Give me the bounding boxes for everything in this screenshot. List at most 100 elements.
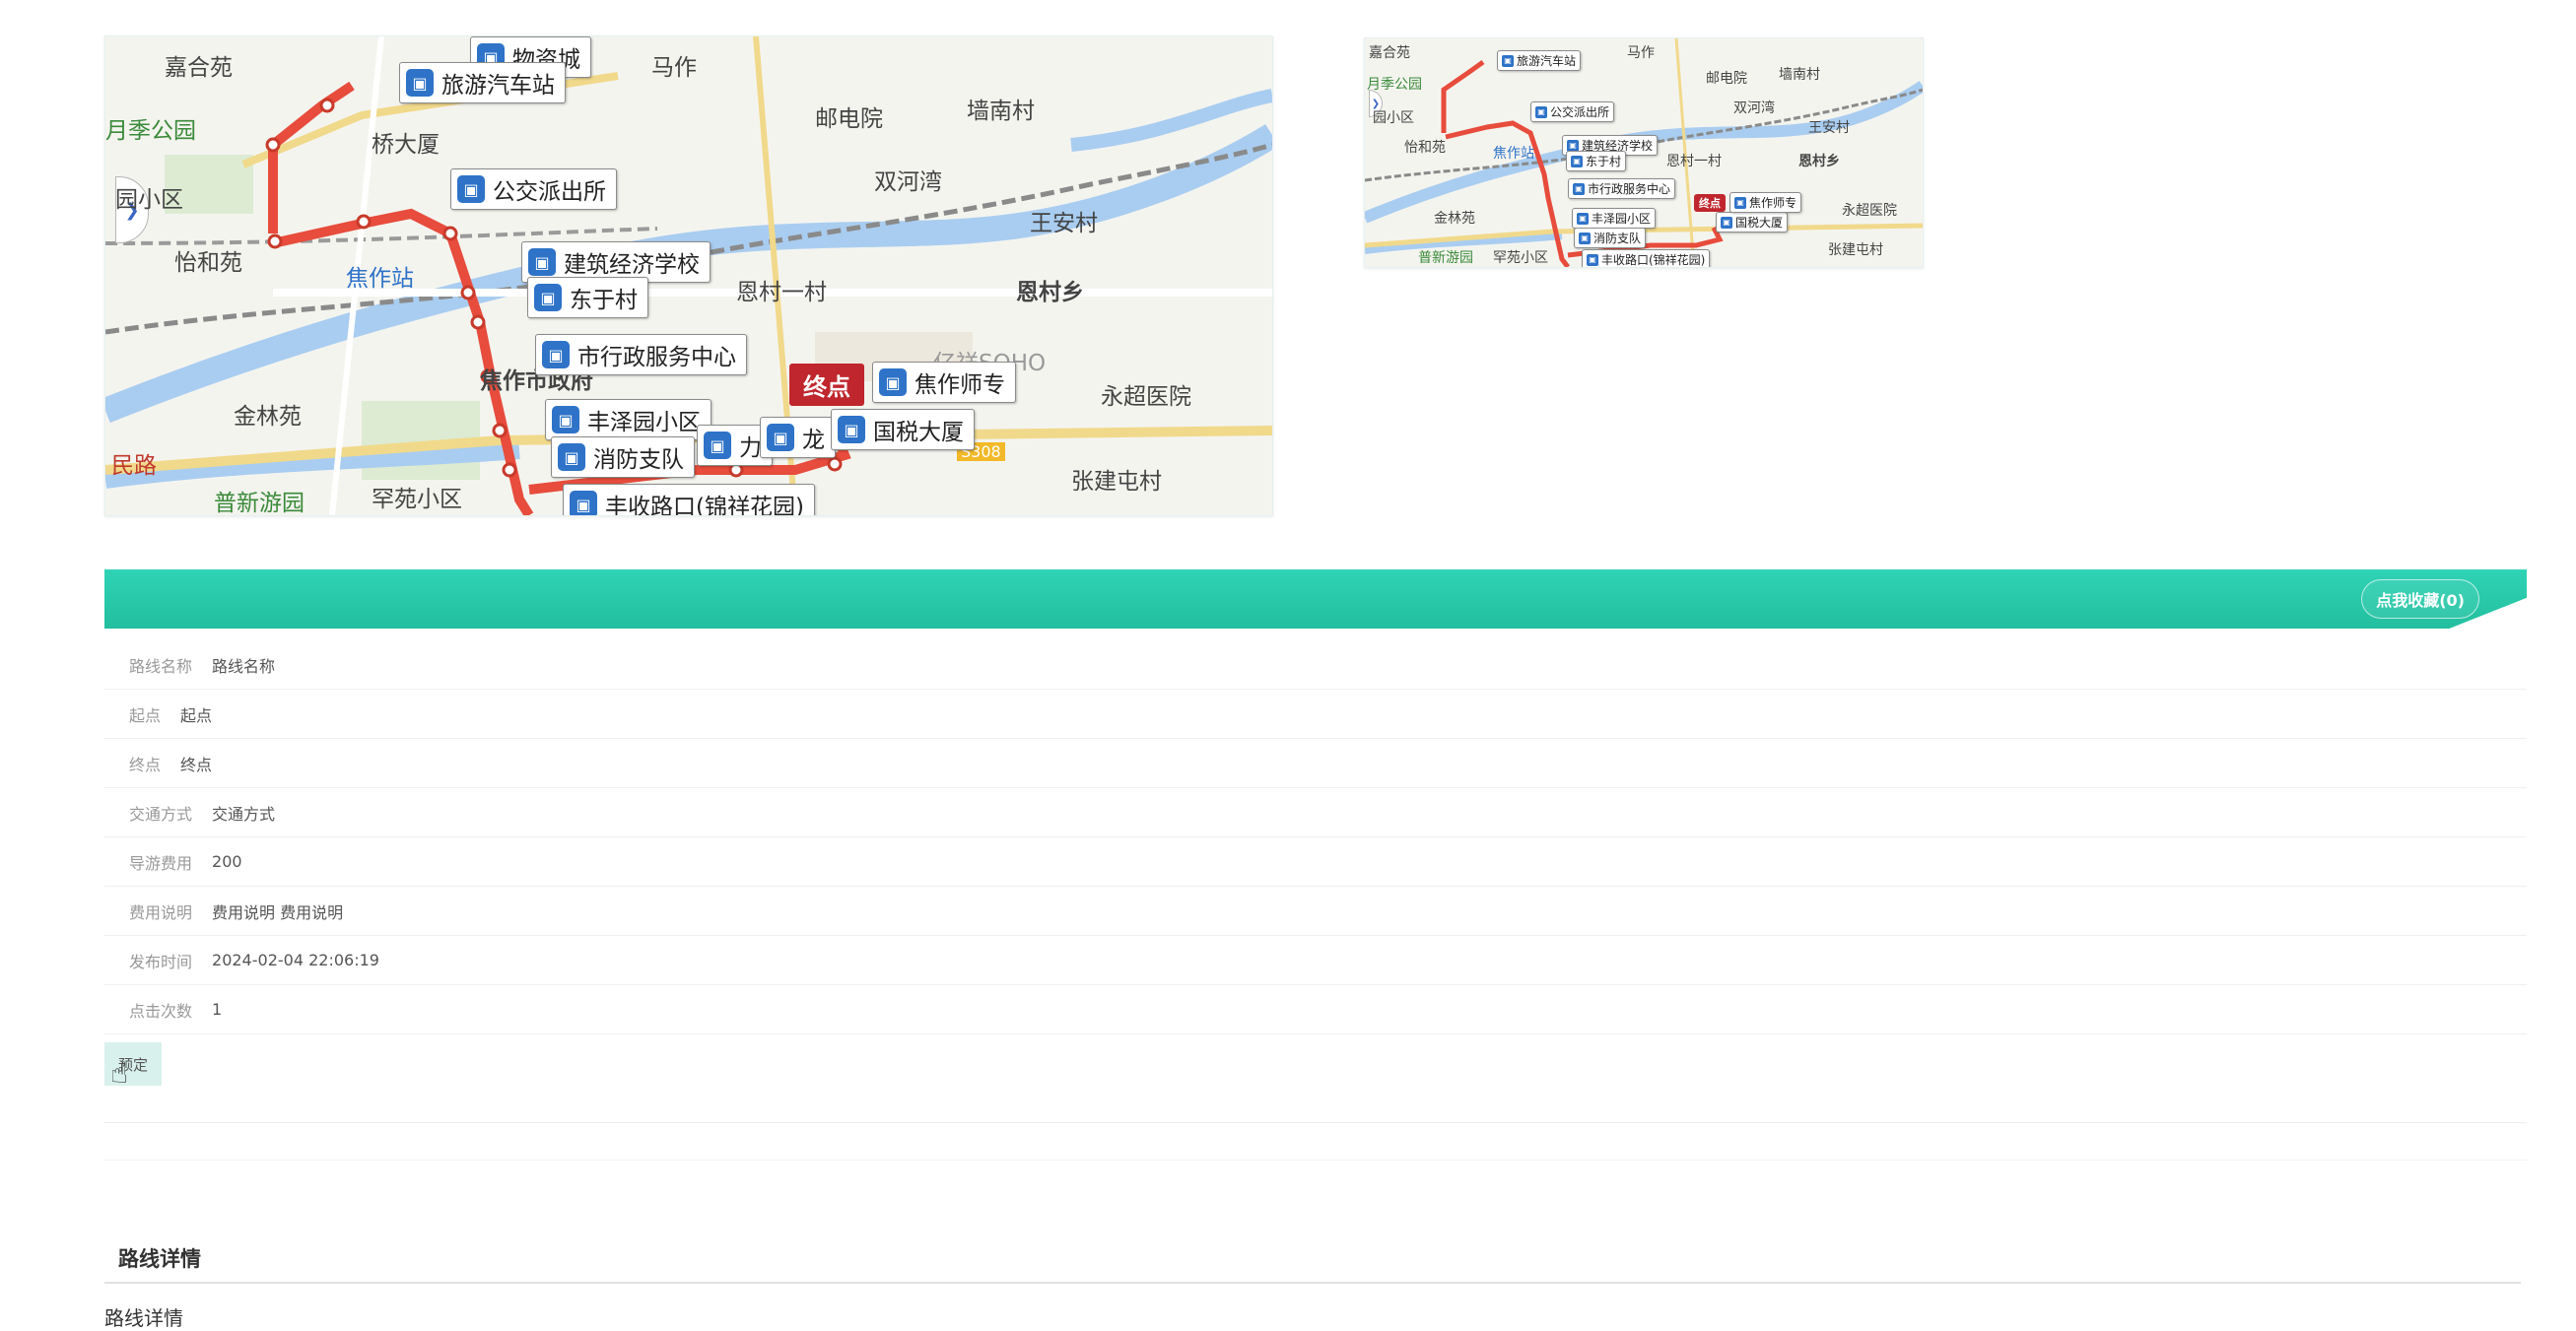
stop-dongyucun[interactable]: ▣ 东于村 [1566, 151, 1627, 171]
info-label: 导游费用 [129, 853, 193, 873]
stop-fengshoulukou[interactable]: ▣ 丰收路口(锦祥花园) [1582, 249, 1711, 267]
bus-icon: ▣ [838, 416, 865, 443]
route-map-thumbnail[interactable]: ❯ 嘉合苑 马作 月季公园 邮电院 墙南村 双河湾 园小区 王安村 怡和苑 焦作… [1364, 37, 1924, 268]
map-label: 恩村乡 [1016, 280, 1084, 305]
map-label: 恩村一村 [1666, 154, 1722, 169]
favorite-button[interactable]: 点我收藏(0) [2361, 579, 2479, 619]
map-label: 金林苑 [1434, 211, 1475, 227]
info-label: 发布时间 [129, 952, 193, 971]
map-label: 永超医院 [1842, 203, 1897, 219]
map-label: 普新游园 [1418, 250, 1473, 266]
map-label: 焦作站 [346, 266, 414, 292]
bus-icon: ▣ [1567, 139, 1579, 152]
info-value: 200 [212, 852, 242, 871]
map-label: 邮电院 [1706, 71, 1747, 87]
map-label: 焦作站 [1493, 146, 1534, 162]
map-label: 怡和苑 [1404, 140, 1446, 156]
bus-icon: ▣ [1587, 253, 1598, 266]
stop-shixingzhengfuwuzhongxin[interactable]: ▣ 市行政服务中心 [535, 334, 747, 375]
map-label: 罕苑小区 [372, 487, 462, 512]
map-label: 恩村一村 [736, 280, 827, 305]
map-label: 双河湾 [1733, 100, 1775, 116]
route-detail-title: 路线详情 [118, 1247, 201, 1271]
info-row-click-count: 点击次数 1 [104, 985, 2527, 1034]
info-label: 终点 [129, 755, 162, 774]
route-detail-underline [104, 1282, 2521, 1284]
bus-icon: ▣ [534, 284, 562, 311]
bus-icon: ▣ [879, 368, 907, 396]
info-label: 路线名称 [129, 656, 193, 676]
stop-fengshoulukou[interactable]: ▣ 丰收路口(锦祥花园) [563, 484, 815, 515]
bus-icon: ▣ [1579, 232, 1591, 244]
bus-icon: ▣ [1721, 216, 1732, 229]
divider [104, 1160, 2527, 1161]
stop-shixingzhengfuwuzhongxin[interactable]: ▣ 市行政服务中心 [1568, 178, 1676, 199]
map-label: 园小区 [115, 187, 183, 213]
end-point-badge: 终点 [1694, 194, 1726, 212]
map-label: 墙南村 [967, 99, 1035, 124]
info-label: 交通方式 [129, 804, 193, 824]
route-header-bar: 点我收藏(0) [104, 569, 2527, 629]
info-value: 路线名称 [212, 656, 276, 676]
stop-jiaozuoshizhuan[interactable]: ▣ 焦作师专 [1729, 192, 1802, 213]
bus-icon: ▣ [570, 491, 597, 515]
map-label: 怡和苑 [174, 250, 242, 276]
info-value: 费用说明 费用说明 [212, 902, 344, 922]
map-label: 王安村 [1030, 211, 1098, 236]
bus-icon: ▣ [558, 443, 585, 471]
map-label: 嘉合苑 [1369, 45, 1410, 61]
end-point-badge: 终点 [789, 364, 864, 406]
info-value: 终点 [180, 755, 213, 774]
stop-jiaozuoshizhuan[interactable]: ▣ 焦作师专 [872, 362, 1016, 403]
stop-long[interactable]: ▣ 龙 [760, 417, 836, 458]
stop-guoshuidasha[interactable]: ▣ 国税大厦 [1716, 212, 1789, 233]
map-label: 民路 [111, 453, 157, 479]
bus-icon: ▣ [1577, 212, 1589, 225]
bus-icon: ▣ [1535, 105, 1547, 118]
bus-icon: ▣ [457, 175, 485, 203]
map-label: 张建屯村 [1828, 242, 1883, 258]
stop-gongjiaopaichusuo[interactable]: ▣ 公交派出所 [1530, 101, 1615, 122]
bus-icon: ▣ [406, 69, 434, 97]
bus-icon: ▣ [1571, 155, 1583, 167]
stop-gongjiaopaichusuo[interactable]: ▣ 公交派出所 [450, 168, 617, 210]
bus-icon: ▣ [1573, 182, 1585, 195]
info-row-guide-fee: 导游费用 200 [104, 837, 2527, 887]
stop-xiaofangzhidui[interactable]: ▣ 消防支队 [551, 436, 695, 478]
info-value: 2024-02-04 22:06:19 [212, 951, 379, 969]
map-label: 双河湾 [874, 169, 942, 195]
map-label: 普新游园 [214, 491, 305, 516]
info-row-fee-note: 费用说明 费用说明 费用说明 [104, 887, 2527, 936]
info-row-end: 终点 终点 [104, 739, 2527, 788]
map-label: 月季公园 [105, 118, 196, 144]
stop-lvyouqichezhan[interactable]: ▣ 旅游汽车站 [1497, 50, 1582, 71]
info-label: 点击次数 [129, 1001, 193, 1021]
bus-icon: ▣ [704, 432, 731, 459]
bus-icon: ▣ [552, 406, 579, 433]
stop-xiaofangzhidui[interactable]: ▣ 消防支队 [1574, 228, 1647, 248]
stop-fengzeyuanxiaoqu[interactable]: ▣ 丰泽园小区 [1572, 208, 1657, 229]
map-label: 马作 [651, 55, 697, 81]
map-label: 墙南村 [1779, 67, 1820, 83]
map-label: 张建屯村 [1071, 469, 1162, 495]
bus-icon: ▣ [1502, 54, 1514, 67]
stop-dongyucun[interactable]: ▣ 东于村 [527, 277, 648, 318]
map-label: 邮电院 [815, 106, 883, 132]
info-value: 交通方式 [212, 804, 276, 824]
map-label: 桥大厦 [372, 132, 440, 158]
info-label: 费用说明 [129, 902, 193, 922]
route-info-list: 路线名称 路线名称 起点 起点 终点 终点 交通方式 交通方式 导游费用 200… [104, 640, 2527, 1034]
bus-icon: ▣ [542, 341, 570, 368]
stop-guoshuidasha[interactable]: ▣ 国税大厦 [831, 409, 975, 450]
bus-icon: ▣ [1734, 196, 1746, 209]
map-label: 嘉合苑 [165, 55, 233, 81]
stop-fengzeyuanxiaoqu[interactable]: ▣ 丰泽园小区 [545, 399, 712, 440]
info-row-transport: 交通方式 交通方式 [104, 788, 2527, 837]
map-label: 月季公园 [1367, 77, 1422, 93]
info-label: 起点 [129, 705, 162, 725]
bus-icon: ▣ [528, 248, 556, 276]
map-label: 永超医院 [1101, 384, 1191, 410]
map-label: 园小区 [1373, 110, 1414, 126]
route-map-main[interactable]: ❯ 嘉合苑 马作 月季公园 邮电院 墙南村 双河湾 桥大厦 园小区 王安村 怡和… [104, 35, 1273, 516]
stop-lvyouqichezhan[interactable]: ▣ 旅游汽车站 [399, 62, 566, 103]
